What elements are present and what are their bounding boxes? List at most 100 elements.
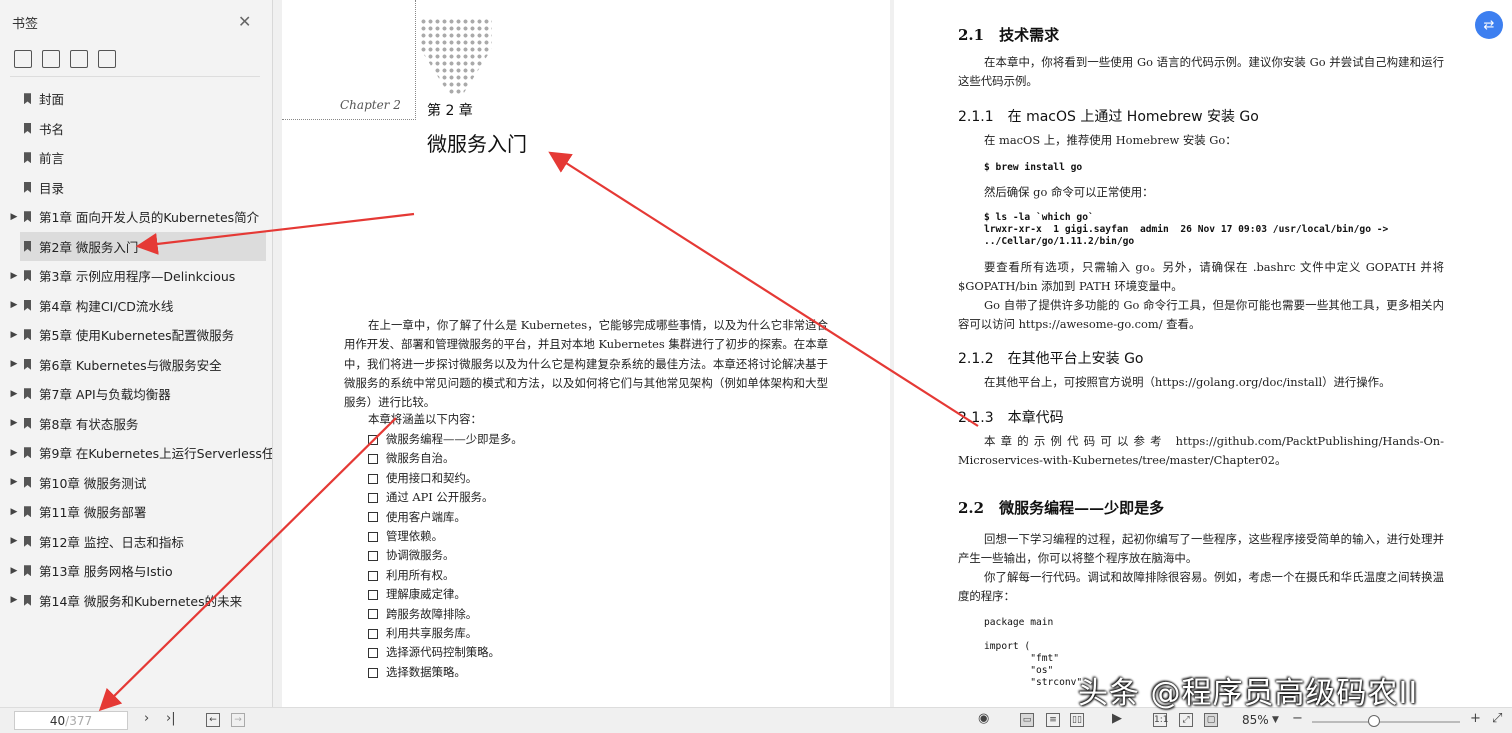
checkbox-icon [368, 667, 378, 678]
expand-arrow-icon[interactable]: ▶ [8, 566, 20, 576]
bookmark-item[interactable]: ▶ 第4章 构建CI/CD流水线 [0, 291, 272, 321]
bookmark-item[interactable]: ▶ 第10章 微服务测试 [0, 468, 272, 498]
single-page-icon[interactable]: ▭ [1020, 713, 1034, 727]
bookmark-flag-icon [24, 270, 31, 282]
para-tools: Go 自带了提供许多功能的 Go 命令行工具，但是你可能也需要一些其他工具，更多… [958, 298, 1444, 332]
zoom-in-icon[interactable]: + [1470, 711, 1481, 726]
fullscreen-icon[interactable]: ⤢ [1492, 711, 1502, 726]
heading-2-1-2: 2.1.2 在其他平台上安装 Go [958, 351, 1144, 367]
bookmark-item[interactable]: ▶封面 [0, 84, 272, 114]
actual-size-icon[interactable]: 1:1 [1153, 713, 1168, 727]
bookmark-flag-icon [24, 240, 31, 252]
checkbox-icon [368, 589, 378, 600]
chapter-decoration [420, 18, 492, 94]
back-icon[interactable]: ← [206, 713, 220, 727]
topic-text: 微服务自治。 [386, 451, 455, 466]
checkbox-icon [368, 512, 378, 523]
bookmark-item[interactable]: ▶目录 [0, 173, 272, 203]
topic-text: 管理依赖。 [386, 529, 443, 544]
bookmark-item[interactable]: ▶ 第6章 Kubernetes与微服务安全 [0, 350, 272, 380]
zoom-slider-handle[interactable] [1368, 715, 1380, 727]
expand-arrow-icon[interactable]: ▶ [8, 595, 20, 605]
two-page-icon[interactable]: ▯▯ [1070, 713, 1084, 727]
topic-text: 理解康威定律。 [386, 587, 466, 602]
bookmark-flag-icon [24, 506, 31, 518]
fit-width-icon[interactable]: ▢ [1204, 713, 1218, 727]
divider [10, 76, 260, 77]
expand-arrow-icon[interactable]: ▶ [8, 330, 20, 340]
zoom-slider[interactable] [1312, 721, 1460, 723]
heading-2-2: 2.2 微服务编程——少即是多 [958, 499, 1165, 517]
zoom-out-icon[interactable]: − [1292, 711, 1303, 726]
expand-arrow-icon[interactable]: ▶ [8, 536, 20, 546]
topic-text: 微服务编程——少即是多。 [386, 432, 523, 446]
bookmark-flag-icon [24, 417, 31, 429]
bookmark-item[interactable]: ▶ 第12章 监控、日志和指标 [0, 527, 272, 557]
expand-arrow-icon[interactable]: ▶ [8, 448, 20, 458]
watermark: 头条 @程序员高级码农II [1078, 676, 1419, 711]
page-number-input[interactable]: 40/377 [14, 711, 128, 730]
chapter-intro: 在上一章中，你了解了什么是 Kubernetes，它能够完成哪些事情，以及为什么… [344, 318, 828, 410]
pdf-page-right: 2.1 技术需求 在本章中，你将看到一些使用 Go 语言的代码示例。建议你安装 … [894, 0, 1512, 707]
bookmark-label: 第8章 有状态服务 [39, 416, 139, 432]
expand-arrow-icon[interactable]: ▶ [8, 359, 20, 369]
bookmark-item[interactable]: ▶ 第9章 在Kubernetes上运行Serverless任务 [0, 438, 272, 468]
bookmark-label: 封面 [39, 92, 65, 108]
bookmark-flag-icon [24, 565, 31, 577]
bookmark-label: 第4章 构建CI/CD流水线 [39, 298, 174, 314]
expand-arrow-icon[interactable]: ▶ [8, 212, 20, 222]
bookmark-item[interactable]: ▶ 第3章 示例应用程序—Delinkcious [0, 261, 272, 291]
bookmark-label: 第14章 微服务和Kubernetes的未来 [39, 593, 243, 609]
para-ensure: 然后确保 go 命令可以正常使用： [984, 185, 1154, 199]
topic-text: 选择数据策略。 [386, 664, 466, 679]
bookmark-toolbar [14, 50, 116, 68]
topic-item: 选择源代码控制策略。 [368, 643, 523, 662]
forward-icon[interactable]: → [231, 713, 245, 727]
expand-arrow-icon[interactable]: ▶ [8, 300, 20, 310]
continuous-page-icon[interactable]: ≡ [1046, 713, 1060, 727]
eye-icon[interactable]: ◉ [978, 711, 989, 726]
expand-arrow-icon[interactable]: ▶ [8, 271, 20, 281]
bookmark-item[interactable]: ▶ 第14章 微服务和Kubernetes的未来 [0, 586, 272, 616]
translate-float-button[interactable]: ⇄ [1475, 11, 1503, 39]
para-2-2b: 你了解每一行代码。调试和故障排除很容易。例如，考虑一个在摄氏和华氏温度之间转换温… [958, 570, 1444, 604]
bookmark-item[interactable]: ▶ 第8章 有状态服务 [0, 409, 272, 439]
bookmark-item[interactable]: ▶ 第7章 API与负载均衡器 [0, 379, 272, 409]
bookmark-item[interactable]: ▶ 第5章 使用Kubernetes配置微服务 [0, 320, 272, 350]
add-bookmark-icon[interactable] [70, 50, 88, 68]
last-page-icon[interactable]: ›| [166, 711, 176, 726]
play-icon[interactable]: ▶ [1112, 711, 1122, 726]
expand-arrow-icon[interactable]: ▶ [8, 389, 20, 399]
bookmark-list: ▶封面▶书名▶前言▶目录▶第1章 面向开发人员的Kubernetes简介▶第2章… [0, 84, 272, 615]
expand-arrow-icon[interactable]: ▶ [8, 477, 20, 487]
zoom-dropdown-icon[interactable]: ▼ [1272, 715, 1279, 725]
expand-arrow-icon[interactable]: ▶ [8, 507, 20, 517]
bookmark-label: 目录 [39, 180, 65, 196]
bookmark-item[interactable]: ▶ 第1章 面向开发人员的Kubernetes简介 [0, 202, 272, 232]
bookmark-icon[interactable] [98, 50, 116, 68]
topic-item: 使用客户端库。 [368, 508, 523, 527]
bookmark-label: 第6章 Kubernetes与微服务安全 [39, 357, 222, 373]
bookmark-item[interactable]: ▶书名 [0, 114, 272, 144]
bookmark-item[interactable]: ▶第2章 微服务入门 [20, 231, 266, 261]
fit-page-icon[interactable]: ⤢ [1179, 713, 1193, 727]
expand-all-icon[interactable] [14, 50, 32, 68]
chapter-covers: 本章将涵盖以下内容： [368, 412, 482, 426]
topic-item: 利用共享服务库。 [368, 624, 523, 643]
bookmark-item[interactable]: ▶ 第11章 微服务部署 [0, 497, 272, 527]
bookmark-flag-icon [24, 299, 31, 311]
bookmark-flag-icon [24, 211, 31, 223]
bookmark-label: 第7章 API与负载均衡器 [39, 387, 171, 403]
collapse-all-icon[interactable] [42, 50, 60, 68]
bookmark-item[interactable]: ▶前言 [0, 143, 272, 173]
zoom-level[interactable]: 85% [1242, 713, 1269, 727]
bookmark-item[interactable]: ▶ 第13章 服务网格与Istio [0, 556, 272, 586]
bookmark-label: 第5章 使用Kubernetes配置微服务 [39, 328, 235, 344]
topic-text: 利用共享服务库。 [386, 626, 478, 641]
close-icon[interactable]: ✕ [238, 12, 251, 31]
heading-2-1-3: 2.1.3 本章代码 [958, 410, 1064, 426]
expand-arrow-icon[interactable]: ▶ [8, 418, 20, 428]
chapter-number: 第 2 章 [427, 103, 473, 119]
next-page-icon[interactable]: › [144, 711, 149, 726]
bookmark-label: 第13章 服务网格与Istio [39, 564, 173, 580]
